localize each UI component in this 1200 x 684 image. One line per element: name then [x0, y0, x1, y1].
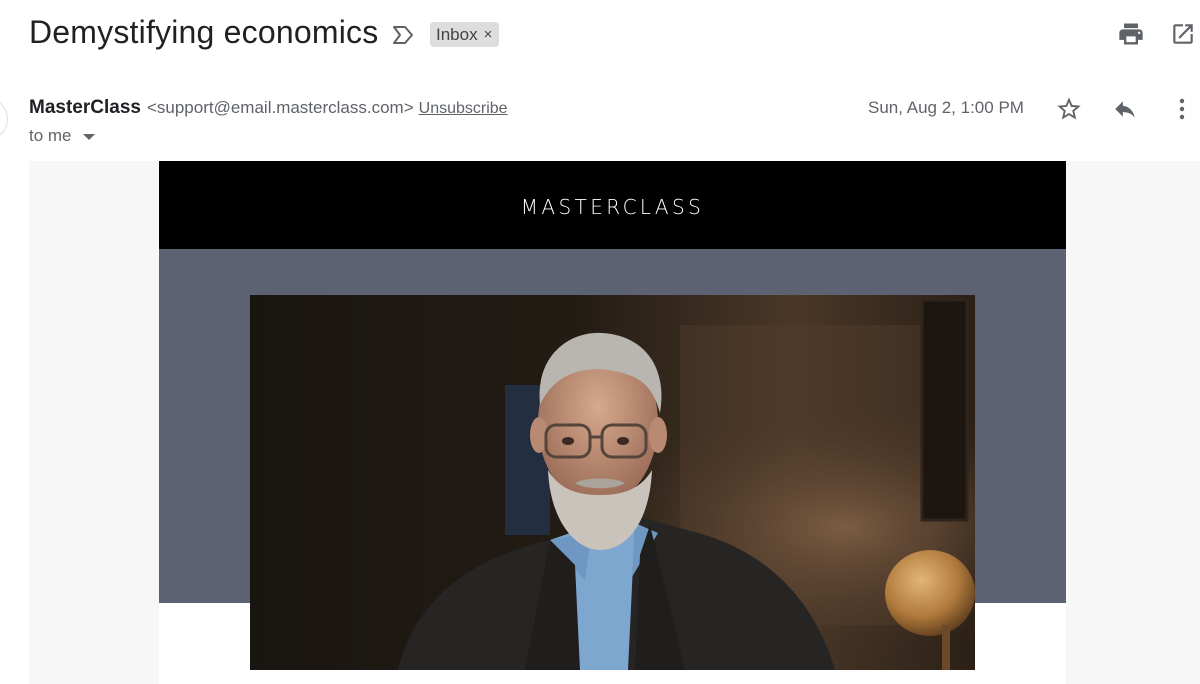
print-icon[interactable] [1117, 20, 1145, 48]
open-in-new-window-icon[interactable] [1170, 21, 1196, 47]
remove-label-button[interactable]: × [484, 26, 493, 43]
reply-icon[interactable] [1111, 96, 1139, 122]
sender-email: <support@email.masterclass.com> [146, 98, 414, 117]
star-icon[interactable] [1055, 95, 1083, 123]
more-vertical-icon[interactable] [1170, 96, 1194, 122]
message-timestamp: Sun, Aug 2, 1:00 PM [868, 98, 1024, 117]
recipient-details-toggle[interactable]: to me [29, 126, 95, 146]
important-marker-icon[interactable] [390, 22, 416, 48]
chevron-down-icon[interactable] [82, 133, 95, 140]
sender-avatar [0, 98, 8, 140]
recipient-text: to me [29, 126, 72, 145]
email-subject: Demystifying economics [29, 14, 379, 50]
sender-name[interactable]: MasterClass [29, 97, 141, 119]
masterclass-logo: MASTERCLASS [520, 195, 705, 219]
email-content: MASTERCLASS [159, 161, 1066, 684]
brand-banner[interactable]: MASTERCLASS [159, 161, 1066, 249]
sender-line: MasterClass <support@email.masterclass.c… [29, 97, 508, 119]
hero-image[interactable] [250, 295, 975, 670]
inbox-label-text: Inbox [436, 24, 478, 44]
unsubscribe-link[interactable]: Unsubscribe [419, 100, 508, 118]
instructor-portrait-image [250, 295, 975, 670]
inbox-label-chip: Inbox × [430, 22, 500, 47]
